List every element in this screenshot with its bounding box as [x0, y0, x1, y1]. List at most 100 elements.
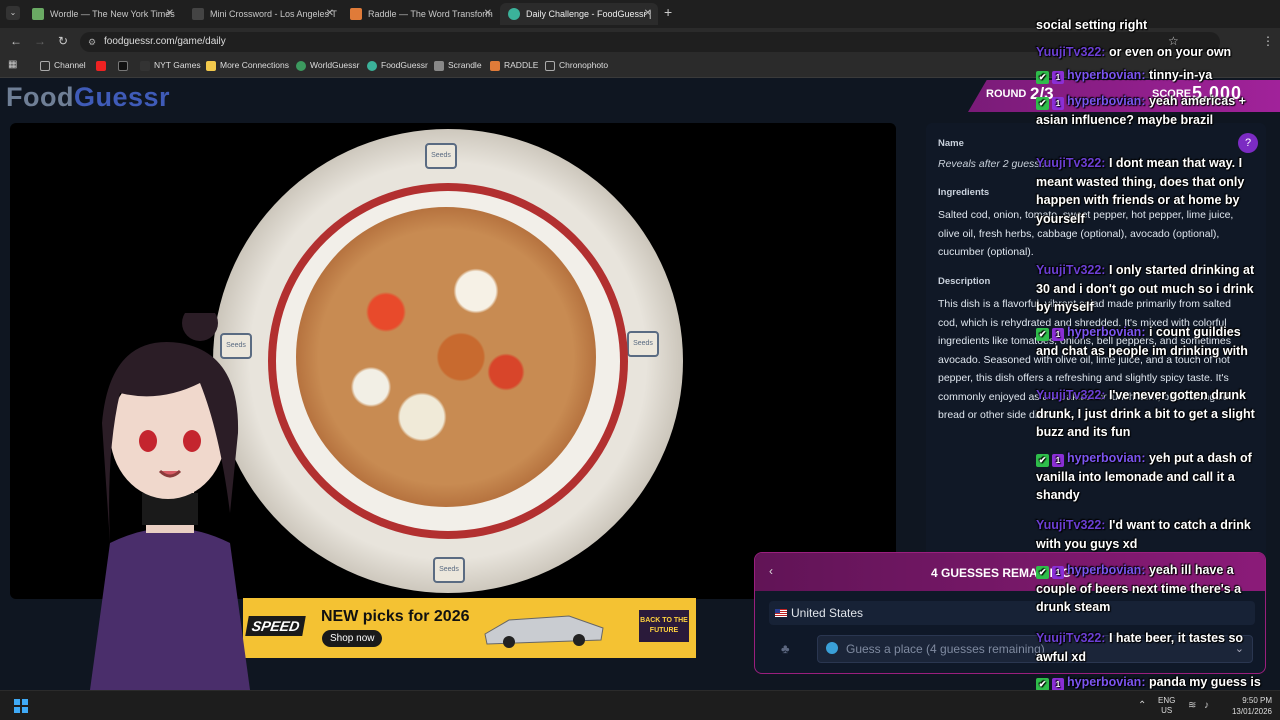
first-badge-icon: 1 — [1052, 71, 1064, 84]
grid-icon — [206, 61, 216, 71]
ingredients-label: Ingredients — [938, 187, 990, 198]
site-info-icon[interactable]: ⚙ — [88, 32, 96, 52]
ad-shop-now-button[interactable]: Shop now — [322, 630, 383, 647]
youtube-icon — [96, 61, 106, 71]
stream-chat-overlay: social setting right YuujiTv322: or even… — [1036, 16, 1270, 708]
check-badge-icon: ✔ — [1036, 71, 1049, 84]
windows-taskbar: ⌃ ENG US ≋ ♪ 9:50 PM 13/01/2026 — [0, 690, 1280, 720]
chat-message: YuujiTv322: I'd want to catch a drink wi… — [1036, 518, 1251, 551]
chat-message: ✔ 1 hyperbovian: yeah americas + asian inf… — [1036, 94, 1246, 127]
back-icon[interactable]: ← — [10, 34, 22, 48]
globe-icon — [826, 642, 838, 654]
bookmark-chronophoto[interactable]: Chronophoto — [545, 60, 608, 71]
close-icon[interactable]: ✕ — [644, 3, 652, 25]
chat-message: YuujiTv322: I hate beer, it tastes so aw… — [1036, 631, 1244, 664]
plate-label: Seeds — [425, 143, 457, 169]
tab-foodguessr[interactable]: Daily Challenge - FoodGuessr | ✕ — [500, 3, 658, 25]
x-icon — [118, 61, 128, 71]
advertisement-banner[interactable]: SPEED NEW picks for 2026 Shop now BACK T… — [243, 598, 696, 658]
url-text: foodguessr.com/game/daily — [104, 36, 226, 47]
apps-icon[interactable]: ▦ — [8, 59, 17, 70]
chat-username: YuujiTv322: — [1036, 156, 1106, 170]
raddle-favicon-icon — [350, 8, 362, 20]
bookmark-nyt-games[interactable]: NYT Games — [140, 60, 201, 71]
close-icon[interactable]: ✕ — [484, 3, 492, 25]
tab-raddle[interactable]: Raddle — The Word Transform ✕ — [342, 3, 498, 25]
chat-username: YuujiTv322: — [1036, 631, 1106, 645]
tray-chevron-icon[interactable]: ⌃ — [1138, 700, 1146, 711]
chat-username: YuujiTv322: — [1036, 263, 1106, 277]
foodguessr-logo[interactable]: FoodGuessr — [6, 82, 170, 113]
first-badge-icon: 1 — [1052, 566, 1064, 579]
chat-username: hyperbovian: — [1067, 94, 1146, 108]
car-toy-image — [484, 615, 604, 648]
tab-title: Mini Crossword - Los Angeles T — [210, 9, 337, 19]
chat-username: hyperbovian: — [1067, 68, 1146, 82]
ad-headline: NEW picks for 2026 — [321, 608, 470, 625]
folder-icon — [40, 61, 50, 71]
bookmark-worldguessr[interactable]: WorldGuessr — [296, 60, 359, 71]
chat-username: YuujiTv322: — [1036, 45, 1106, 59]
chat-username: hyperbovian: — [1067, 325, 1146, 339]
tab-title: Wordle — The New York Times — [50, 9, 175, 19]
chat-message: YuujiTv322: I've never gotten drunk drun… — [1036, 388, 1255, 439]
chat-message: social setting right — [1036, 18, 1148, 32]
saltfish-salad — [296, 207, 596, 507]
chat-message: YuujiTv322: or even on your own — [1036, 45, 1232, 59]
volume-icon[interactable]: ♪ — [1204, 700, 1209, 711]
close-icon[interactable]: ✕ — [166, 3, 174, 25]
check-badge-icon: ✔ — [1036, 566, 1049, 579]
description-label: Description — [938, 276, 991, 287]
reload-icon[interactable]: ↻ — [58, 34, 68, 48]
tab-mini-crossword[interactable]: Mini Crossword - Los Angeles T ✕ — [184, 3, 340, 25]
nyt-icon — [140, 61, 150, 71]
chat-message: ✔ 1 hyperbovian: tinny-in-ya — [1036, 66, 1266, 85]
bookmark-more-connections[interactable]: More Connections — [206, 60, 289, 71]
chat-username: hyperbovian: — [1067, 563, 1146, 577]
chat-username: hyperbovian: — [1067, 675, 1146, 689]
bookmark-raddle[interactable]: RADDLE — [490, 60, 538, 71]
chat-message: ✔ 1 hyperbovian: i count guildies and chat… — [1036, 325, 1248, 358]
latimes-favicon-icon — [192, 8, 204, 20]
chat-message: YuujiTv322: I only started drinking at 3… — [1036, 263, 1255, 314]
name-label: Name — [938, 138, 964, 149]
chat-username: YuujiTv322: — [1036, 388, 1106, 402]
bookmark-foodguessr[interactable]: FoodGuessr — [367, 60, 428, 71]
new-tab-icon[interactable]: + — [664, 4, 672, 20]
chat-message: ✔ 1 hyperbovian: yeh put a dash of vanilla… — [1036, 451, 1252, 502]
foodguessr-favicon-icon — [508, 8, 520, 20]
chat-message: ✔ 1 hyperbovian: yeah ill have a couple of… — [1036, 563, 1242, 614]
plate-label: Seeds — [433, 557, 465, 583]
first-badge-icon: 1 — [1052, 454, 1064, 467]
first-badge-icon: 1 — [1052, 328, 1064, 341]
back-to-the-future-badge: BACK TO THE FUTURE — [639, 610, 689, 642]
guess-placeholder: Guess a place (4 guesses remaining) — [846, 642, 1045, 656]
tab-wordle[interactable]: Wordle — The New York Times ✕ — [24, 3, 180, 25]
windows-start-icon[interactable] — [14, 699, 28, 713]
scrandle-icon — [434, 61, 444, 71]
check-badge-icon: ✔ — [1036, 328, 1049, 341]
map-pin-icon: ♣ — [781, 641, 790, 656]
raddle-icon — [490, 61, 500, 71]
tab-title: Raddle — The Word Transform — [368, 9, 493, 19]
round-label: ROUND — [986, 88, 1027, 100]
plate-label: Seeds — [627, 331, 659, 357]
us-flag-icon — [775, 609, 787, 617]
first-badge-icon: 1 — [1052, 97, 1064, 110]
chat-username: hyperbovian: — [1067, 451, 1146, 465]
camera-icon — [545, 61, 555, 71]
chat-message: YuujiTv322: I dont mean that way. I mean… — [1036, 156, 1245, 226]
clock[interactable]: 9:50 PM 13/01/2026 — [1228, 695, 1272, 717]
globe-icon — [296, 61, 306, 71]
language-indicator[interactable]: ENG US — [1158, 696, 1175, 716]
chat-username: YuujiTv322: — [1036, 518, 1106, 532]
vtuber-avatar — [90, 313, 250, 690]
bookmark-scrandle[interactable]: Scrandle — [434, 60, 482, 71]
close-icon[interactable]: ✕ — [326, 3, 334, 25]
check-badge-icon: ✔ — [1036, 97, 1049, 110]
forward-icon[interactable]: → — [34, 34, 46, 48]
wordle-favicon-icon — [32, 8, 44, 20]
wifi-icon[interactable]: ≋ — [1188, 700, 1196, 711]
bookmark-channel[interactable]: Channel — [40, 60, 86, 71]
tab-search-icon[interactable]: ⌄ — [6, 6, 20, 20]
